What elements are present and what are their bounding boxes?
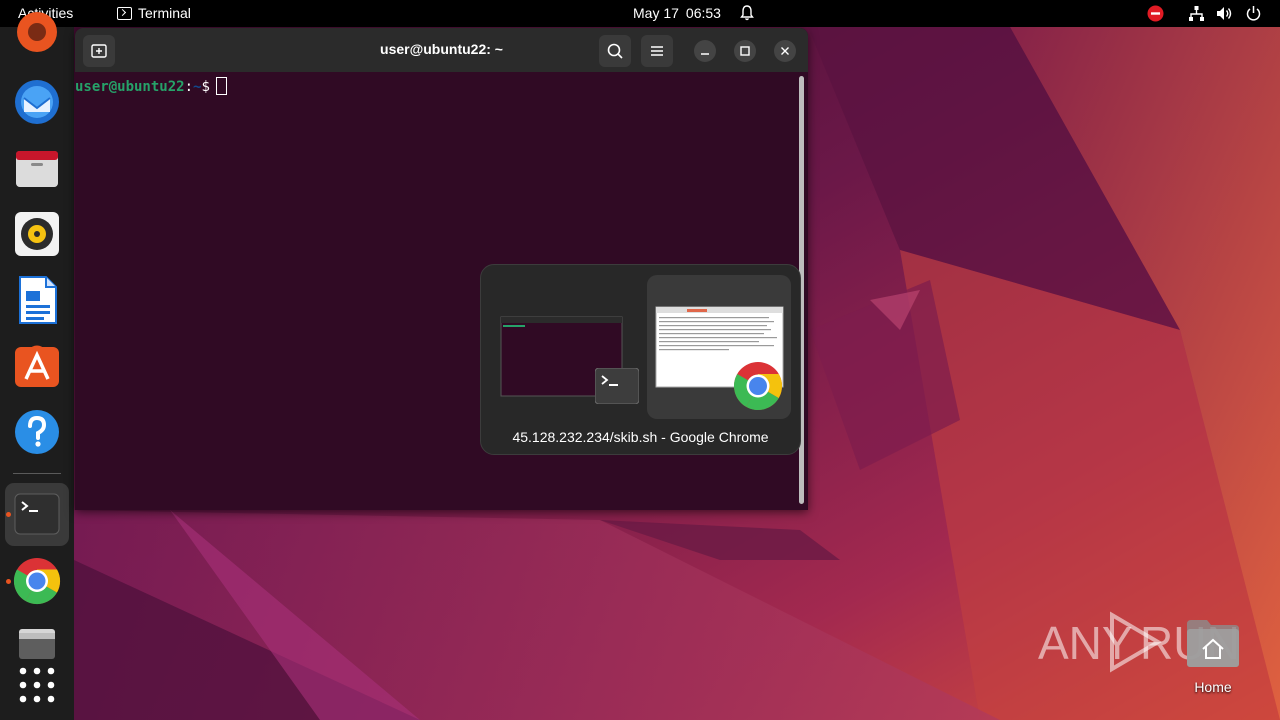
maximize-icon: [740, 46, 750, 56]
home-folder-label[interactable]: Home: [1183, 679, 1243, 695]
shell-prompt: user@ubuntu22:~$: [75, 77, 227, 95]
switcher-item-terminal[interactable]: [495, 275, 639, 419]
terminal-icon: [117, 6, 132, 20]
dock-separator: [13, 473, 61, 474]
watermark-text-left: ANY: [1038, 617, 1133, 669]
writer-icon[interactable]: [12, 275, 62, 325]
power-icon[interactable]: [1245, 5, 1262, 22]
prompt-symbol: $: [201, 79, 210, 95]
clock-time: 06:53: [685, 5, 721, 21]
rhythmbox-icon[interactable]: [12, 209, 62, 259]
close-icon: [781, 47, 789, 55]
chrome-running-indicator: [6, 579, 11, 584]
switcher-selected-label: 45.128.232.234/skib.sh - Google Chrome: [512, 429, 769, 445]
dock: [0, 12, 74, 720]
app-center-icon[interactable]: [12, 341, 62, 391]
chrome-icon: [733, 362, 783, 411]
chrome-icon[interactable]: [12, 556, 62, 606]
clock[interactable]: May 17 06:53: [633, 5, 721, 21]
switcher-item-chrome[interactable]: [647, 275, 791, 419]
top-bar: Activities Terminal May 17 06:53: [0, 0, 1280, 27]
prompt-separator: :: [184, 79, 194, 95]
help-icon[interactable]: [12, 407, 62, 457]
search-icon: [607, 43, 623, 59]
network-icon[interactable]: [1188, 5, 1205, 22]
minimize-button[interactable]: [694, 40, 716, 62]
text-cursor: [215, 77, 227, 95]
home-folder-icon[interactable]: [1185, 618, 1241, 668]
app-icon[interactable]: [12, 7, 62, 57]
maximize-button[interactable]: [734, 40, 756, 62]
grid-icon[interactable]: [12, 660, 62, 710]
terminal-icon[interactable]: [12, 489, 62, 539]
window-switcher[interactable]: 45.128.232.234/skib.sh - Google Chrome: [480, 264, 801, 455]
terminal-running-indicator: [6, 512, 11, 517]
volume-icon[interactable]: [1216, 5, 1233, 22]
terminal-icon: [595, 368, 639, 404]
do-not-disturb-icon[interactable]: [1147, 5, 1164, 22]
clock-date: May 17: [633, 5, 679, 21]
terminal-headerbar[interactable]: user@ubuntu22: ~: [75, 28, 808, 72]
minimize-icon: [701, 53, 709, 55]
app-menu-label: Terminal: [138, 5, 191, 21]
files-icon[interactable]: [12, 143, 62, 193]
menu-button[interactable]: [641, 35, 673, 67]
app-menu[interactable]: Terminal: [117, 5, 191, 21]
prompt-user: user@ubuntu22: [75, 79, 185, 95]
search-button[interactable]: [599, 35, 631, 67]
close-button[interactable]: [774, 40, 796, 62]
notification-bell-icon[interactable]: [740, 5, 754, 21]
hamburger-menu-icon: [651, 46, 663, 56]
thunderbird-icon[interactable]: [12, 76, 62, 126]
